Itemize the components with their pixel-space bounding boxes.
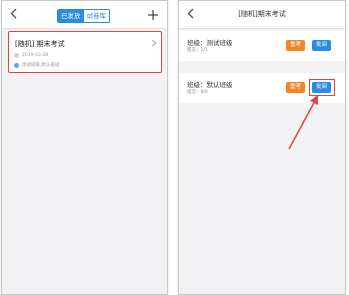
exam-detail-screen: [随机]期末考试 班级：测试班级 提交：1/1 重考 批阅 班级：默认班级 提交…	[178, 0, 346, 295]
chevron-right-icon	[151, 39, 157, 47]
exam-date-row: 2019-03-28	[14, 53, 48, 58]
annotation-arrow	[288, 95, 319, 150]
tab-paper-library[interactable]: 试卷库	[83, 10, 109, 22]
exam-classes-row: 测试班级,默认班级	[14, 62, 59, 68]
class-icon	[14, 62, 19, 68]
segmented-control: 已发放 试卷库	[57, 9, 110, 23]
tab-published[interactable]: 已发放	[58, 10, 84, 22]
nav-bar: 已发放 试卷库	[2, 1, 167, 29]
exam-list-screen: 已发放 试卷库 [随机] 期末考试 2019-03-28 测试班级,默认班级	[1, 0, 168, 295]
back-icon[interactable]	[10, 8, 21, 19]
exam-classes: 测试班级,默认班级	[22, 63, 60, 68]
clock-icon	[14, 53, 19, 58]
add-icon[interactable]	[147, 6, 159, 20]
exam-card[interactable]: [随机] 期末考试 2019-03-28 测试班级,默认班级	[8, 31, 162, 73]
exam-title: [随机] 期末考试	[15, 40, 65, 48]
exam-date: 2019-03-28	[22, 53, 49, 58]
